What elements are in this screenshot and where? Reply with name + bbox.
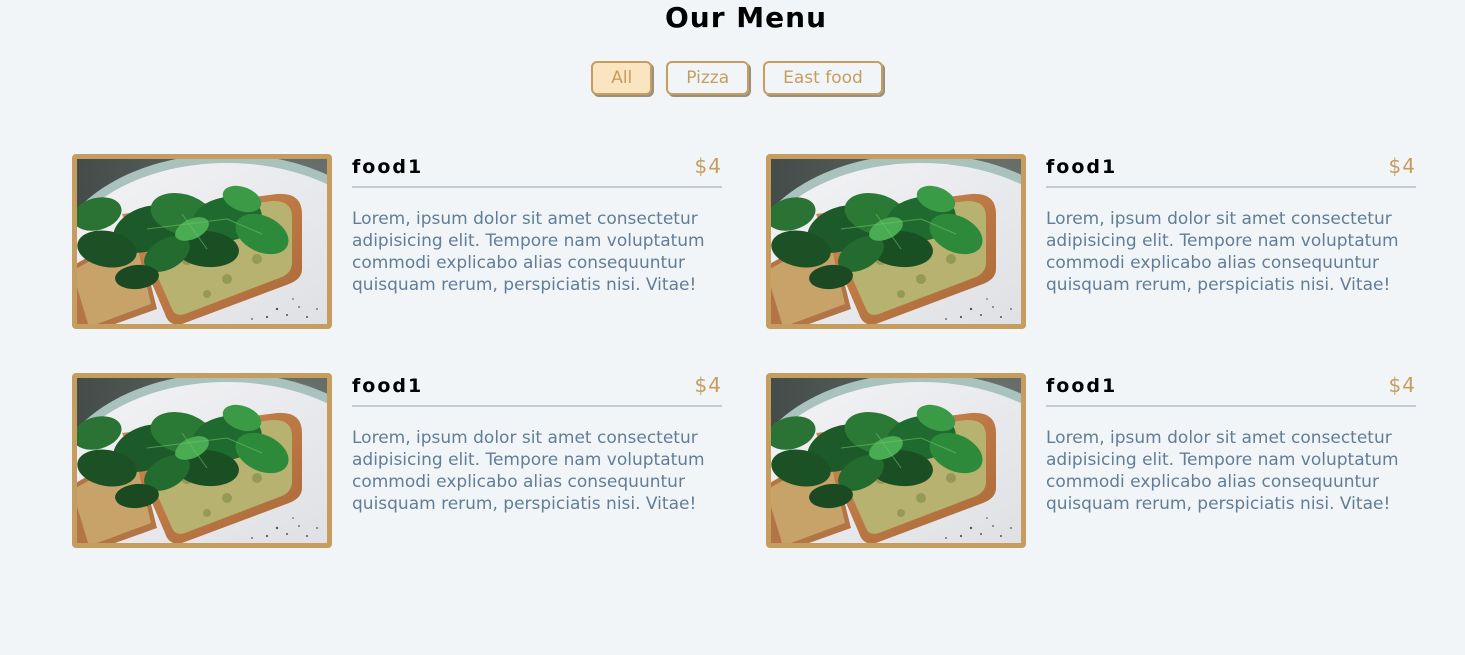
menu-item-info: food1 $4 Lorem, ipsum dolor sit amet con… <box>1046 154 1416 296</box>
filter-pizza-button[interactable]: Pizza <box>666 61 750 95</box>
menu-item-price: $4 <box>1388 154 1416 178</box>
menu-item-price: $4 <box>1388 373 1416 397</box>
menu-item-header: food1 $4 <box>1046 154 1416 188</box>
menu-item-info: food1 $4 Lorem, ipsum dolor sit amet con… <box>352 154 722 296</box>
page-title: Our Menu <box>664 1 827 34</box>
menu-item-header: food1 $4 <box>1046 373 1416 407</box>
menu-item-name: food1 <box>352 156 424 178</box>
menu-item-description: Lorem, ipsum dolor sit amet consectetur … <box>352 428 705 514</box>
menu-item-info: food1 $4 Lorem, ipsum dolor sit amet con… <box>1046 373 1416 515</box>
filter-all-button[interactable]: All <box>591 61 653 95</box>
menu-item-name: food1 <box>1046 375 1118 397</box>
food-photo <box>766 154 1026 329</box>
menu-item-name: food1 <box>1046 156 1118 178</box>
menu-item-header: food1 $4 <box>352 373 722 407</box>
filter-bar: All Pizza East food <box>0 61 1465 95</box>
menu-item-header: food1 $4 <box>352 154 722 188</box>
menu-item-info: food1 $4 Lorem, ipsum dolor sit amet con… <box>352 373 722 515</box>
menu-item: food1 $4 Lorem, ipsum dolor sit amet con… <box>72 373 722 548</box>
menu-item-name: food1 <box>352 375 424 397</box>
menu-item-price: $4 <box>694 154 722 178</box>
food-photo <box>72 154 332 329</box>
menu-item-price: $4 <box>694 373 722 397</box>
menu-item-description: Lorem, ipsum dolor sit amet consectetur … <box>1046 428 1399 514</box>
menu-item-description: Lorem, ipsum dolor sit amet consectetur … <box>1046 209 1399 295</box>
food-photo <box>766 373 1026 548</box>
menu-item: food1 $4 Lorem, ipsum dolor sit amet con… <box>72 154 722 329</box>
filter-east-food-button[interactable]: East food <box>763 61 883 95</box>
menu-item: food1 $4 Lorem, ipsum dolor sit amet con… <box>766 373 1416 548</box>
menu-item-description: Lorem, ipsum dolor sit amet consectetur … <box>352 209 705 295</box>
food-photo <box>72 373 332 548</box>
menu-item: food1 $4 Lorem, ipsum dolor sit amet con… <box>766 154 1416 329</box>
